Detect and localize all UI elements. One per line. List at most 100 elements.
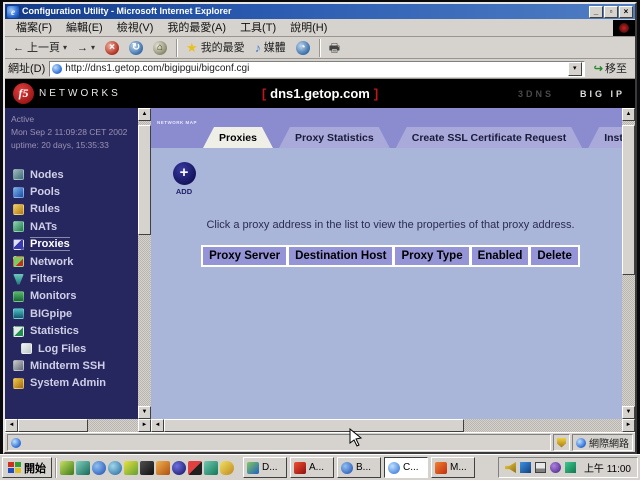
display-icon[interactable] [535,462,546,473]
media-label: 媒體 [264,38,286,58]
quick-launch-bar [60,461,234,475]
quicklaunch-icon[interactable] [188,461,202,475]
print-button[interactable]: 🖶 [325,38,344,58]
history-button[interactable]: ◔ [292,38,314,58]
instruction-text: Click a proxy address in the list to vie… [169,219,612,231]
minimize-button[interactable]: _ [589,6,603,18]
scrollbar-thumb[interactable] [138,125,151,235]
scrollbar-thumb[interactable] [164,419,464,432]
scroll-right-icon[interactable]: ► [138,419,151,432]
back-button[interactable]: ← 上一頁 ▾ [9,38,71,58]
navigation-sidebar: Active Mon Sep 2 11:09:28 CET 2002 uptim… [5,108,151,432]
product-bigip-label: BIG IP [580,89,625,99]
address-input[interactable]: http://dns1.getop.com/bigipgui/bigconf.c… [49,61,585,77]
quicklaunch-icon[interactable] [92,461,106,475]
product-3dns-label: 3DNS [518,89,554,99]
home-button[interactable]: ⌂ [149,38,171,58]
menu-edit[interactable]: 編輯(E) [59,19,110,37]
network-icon [13,256,24,267]
tab-install-ssl-certificate[interactable]: Install SSL Certif [588,127,622,148]
sidebar-item-nats[interactable]: NATs [11,218,138,235]
go-button[interactable]: ↪ 移至 [589,60,632,78]
task-button-1[interactable]: D... [243,457,287,478]
maximize-button[interactable]: ▫ [604,6,618,18]
quicklaunch-icon[interactable] [76,461,90,475]
sidebar-item-statistics[interactable]: Statistics [11,323,138,340]
tab-proxy-statistics[interactable]: Proxy Statistics [279,127,390,148]
main-vertical-scrollbar[interactable]: ▲ ▼ [622,108,635,419]
sidebar-horizontal-scrollbar[interactable]: ◄ ► [5,419,151,432]
volume-icon[interactable] [505,462,516,473]
menu-favorites[interactable]: 我的最愛(A) [160,19,233,37]
column-proxy-type[interactable]: Proxy Type [395,247,468,265]
tray-icon[interactable] [565,462,576,473]
tab-create-ssl-certificate-request[interactable]: Create SSL Certificate Request [396,127,582,148]
scroll-up-icon[interactable]: ▲ [138,108,151,121]
close-button[interactable]: × [619,6,633,18]
menu-view[interactable]: 檢視(V) [110,19,161,37]
favorites-button[interactable]: ★ 我的最愛 [182,38,249,58]
quicklaunch-icon[interactable] [204,461,218,475]
sidebar-item-monitors[interactable]: Monitors [11,288,138,305]
column-proxy-server[interactable]: Proxy Server [203,247,286,265]
title-bar[interactable]: e Configuration Utility - Microsoft Inte… [5,4,635,19]
sidebar-item-system-admin[interactable]: System Admin [11,375,138,392]
taskbar-clock[interactable]: 上午 11:00 [584,460,631,475]
quicklaunch-icon[interactable] [60,461,74,475]
start-button[interactable]: 開始 [2,457,52,478]
address-dropdown-icon[interactable]: ▾ [568,62,582,76]
sidebar-item-mindterm-ssh[interactable]: Mindterm SSH [11,357,138,374]
scroll-up-icon[interactable]: ▲ [622,108,635,121]
forward-dropdown-icon[interactable]: ▾ [91,38,95,58]
tray-icon[interactable] [520,462,531,473]
quicklaunch-icon[interactable] [108,461,122,475]
refresh-button[interactable]: ↻ [125,38,147,58]
scroll-right-icon[interactable]: ► [622,419,635,432]
main-horizontal-scrollbar[interactable]: ◄ ► [151,419,635,432]
add-button[interactable]: + ADD [169,162,199,197]
task-button-2[interactable]: A... [290,457,334,478]
tab-proxies[interactable]: Proxies [203,127,273,148]
task-button-5[interactable]: M... [431,457,475,478]
menu-help[interactable]: 說明(H) [283,19,334,37]
column-delete[interactable]: Delete [531,247,578,265]
sidebar-vertical-scrollbar[interactable]: ▲ ▼ [138,108,151,419]
scroll-left-icon[interactable]: ◄ [151,419,164,432]
sidebar-item-log-files[interactable]: Log Files [11,340,138,357]
scrollbar-thumb[interactable] [622,125,635,275]
sidebar-item-filters[interactable]: Filters [11,270,138,287]
quicklaunch-icon[interactable] [172,461,186,475]
forward-button[interactable]: → ▾ [73,38,99,58]
media-button[interactable]: ♪ 媒體 [251,38,290,58]
scroll-down-icon[interactable]: ▼ [138,406,151,419]
scroll-down-icon[interactable]: ▼ [622,406,635,419]
quicklaunch-icon[interactable] [124,461,138,475]
sidebar-item-bigpipe[interactable]: BIGpipe [11,305,138,322]
print-icon: 🖶 [329,38,340,58]
sidebar-item-network[interactable]: Network [11,253,138,270]
back-dropdown-icon[interactable]: ▾ [63,38,67,58]
column-destination-host[interactable]: Destination Host [289,247,392,265]
scroll-left-icon[interactable]: ◄ [5,419,18,432]
menu-file[interactable]: 檔案(F) [9,19,59,37]
quicklaunch-icon[interactable] [220,461,234,475]
filters-icon [13,274,24,285]
quicklaunch-icon[interactable] [140,461,154,475]
sidebar-item-rules[interactable]: Rules [11,201,138,218]
menu-tools[interactable]: 工具(T) [233,19,283,37]
address-url[interactable]: http://dns1.getop.com/bigipgui/bigconf.c… [65,62,565,76]
scrollbar-thumb[interactable] [18,419,88,432]
stop-button[interactable]: × [101,38,123,58]
table-header-row: Proxy Server Destination Host Proxy Type… [203,247,578,265]
sidebar-item-nodes[interactable]: Nodes [11,166,138,183]
task-button-3[interactable]: B... [337,457,381,478]
sidebar-item-pools[interactable]: Pools [11,183,138,200]
tray-icon[interactable] [550,462,561,473]
network-map-button[interactable]: NETWORK MAP [155,111,199,129]
sidebar-item-proxies[interactable]: Proxies [11,236,138,253]
rules-icon [13,204,24,215]
quicklaunch-icon[interactable] [156,461,170,475]
column-enabled[interactable]: Enabled [472,247,529,265]
task-button-4-active[interactable]: C... [384,457,428,478]
media-icon: ♪ [255,38,261,58]
